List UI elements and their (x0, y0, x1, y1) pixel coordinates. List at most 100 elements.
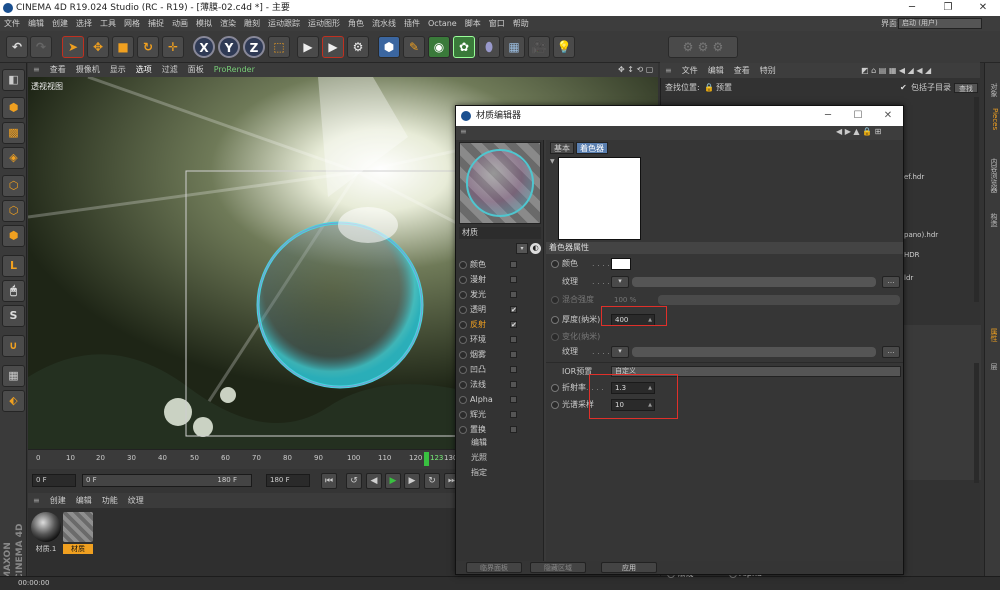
tab-layers[interactable]: 层 (987, 363, 999, 370)
menu-mograph[interactable]: 运动图形 (304, 16, 344, 31)
cb-toolbar-icons[interactable]: ◩ ⌂ ▤ ▦ ◀ ◢ ◀ ◢ (856, 63, 936, 78)
menu-window[interactable]: 窗口 (485, 16, 509, 31)
viewport-menu-display[interactable]: 显示 (105, 63, 131, 77)
deformer-icon[interactable]: ⬮ (478, 36, 500, 58)
file-item[interactable]: ldr (904, 274, 913, 282)
menu-motion-tracking[interactable]: 运动跟踪 (264, 16, 304, 31)
param-dot[interactable] (551, 401, 559, 409)
tab-pieces[interactable]: Pieces (987, 108, 999, 130)
menu-help[interactable]: 帮助 (509, 16, 533, 31)
channel-checkbox[interactable] (510, 336, 517, 343)
menu-select[interactable]: 选择 (72, 16, 96, 31)
move-tool-icon[interactable]: ✥ (87, 36, 109, 58)
footer-button-1[interactable]: 临界面板 (466, 562, 522, 573)
workplane-snap-icon[interactable]: ⬖ (2, 390, 25, 412)
sub-item-illumination[interactable]: 光照 (471, 451, 487, 464)
material-name-1[interactable]: 材质.1 (31, 544, 61, 554)
viewport-nav-icons[interactable]: ✥ ↕ ⟲ ▢ (613, 63, 658, 77)
attributes-scrollbar[interactable] (974, 363, 979, 483)
tab-content-browser[interactable]: 内容浏览器 (987, 158, 999, 193)
channel-checkbox[interactable] (510, 351, 517, 358)
material-menu-function[interactable]: 功能 (97, 493, 123, 508)
menu-edit[interactable]: 编辑 (24, 16, 48, 31)
menu-script[interactable]: 脚本 (461, 16, 485, 31)
object-mode-icons[interactable]: ⚙ ⚙ ⚙ (668, 36, 738, 58)
close-button[interactable]: ✕ (966, 0, 1000, 16)
render-settings-icon[interactable]: ⚙ (347, 36, 369, 58)
floor-icon[interactable]: ▦ (503, 36, 525, 58)
dialog-close-button[interactable]: ✕ (873, 106, 903, 126)
channel-color[interactable]: 颜色 (459, 258, 541, 271)
points-mode-icon[interactable]: ⬡ (2, 175, 25, 197)
preset-label[interactable]: 预置 (716, 80, 732, 96)
magnet-icon[interactable]: ∪ (2, 335, 25, 357)
channel-checkbox[interactable] (510, 381, 517, 388)
viewport-menu-panel[interactable]: 面板 (183, 63, 209, 77)
channel-checkbox[interactable] (510, 366, 517, 373)
render-view-icon[interactable]: ▶ (297, 36, 319, 58)
param-dot[interactable] (551, 384, 559, 392)
menu-sculpt[interactable]: 雕刻 (240, 16, 264, 31)
menu-tools[interactable]: 工具 (96, 16, 120, 31)
tab-objects[interactable]: 对象 (987, 83, 999, 97)
cb-menu-special[interactable]: 特别 (755, 63, 781, 78)
redo-icon[interactable]: ↷ (30, 36, 52, 58)
channel-checkbox[interactable] (510, 396, 517, 403)
polygons-mode-icon[interactable]: ⬢ (2, 225, 25, 247)
swatch-collapse-icon[interactable]: ▼ (550, 158, 555, 165)
channel-transparency[interactable]: 透明 ✔ (459, 303, 541, 316)
param-dot[interactable] (551, 316, 559, 324)
menu-character[interactable]: 角色 (344, 16, 368, 31)
next-key-icon[interactable]: ↻ (424, 473, 440, 489)
z-axis-button[interactable]: Z (243, 36, 265, 58)
file-item[interactable]: ef.hdr (904, 173, 924, 181)
channel-checkbox[interactable] (510, 426, 517, 433)
camera-icon[interactable]: 🎥 (528, 36, 550, 58)
texture2-slot[interactable] (632, 347, 876, 357)
viewport-menu-prorender[interactable]: ProRender (209, 63, 260, 77)
scale-tool-icon[interactable]: ■ (112, 36, 134, 58)
menu-simulate[interactable]: 模拟 (192, 16, 216, 31)
menu-file[interactable]: 文件 (0, 16, 24, 31)
lock-icon[interactable]: 🔒 (704, 80, 714, 96)
channel-checkbox[interactable] (510, 411, 517, 418)
sub-item-editor[interactable]: 编辑 (471, 436, 487, 449)
start-frame-field[interactable]: 0 F (32, 474, 76, 487)
channel-checkbox[interactable] (510, 276, 517, 283)
material-editor-titlebar[interactable]: 材质编辑器 ─ ☐ ✕ (456, 106, 903, 126)
texture-options-button[interactable]: ▾ (611, 276, 629, 288)
channel-environment[interactable]: 环境 (459, 333, 541, 346)
material-thumb-1[interactable] (31, 512, 61, 542)
play-icon[interactable]: ▶ (385, 473, 401, 489)
preview-render-icon[interactable]: ◐ (530, 243, 541, 254)
menu-plugins[interactable]: 插件 (400, 16, 424, 31)
material-preview[interactable] (459, 142, 541, 224)
channel-displacement[interactable]: 置换 (459, 423, 541, 436)
render-picture-viewer-icon[interactable]: ▶ (322, 36, 344, 58)
content-scrollbar[interactable] (974, 97, 979, 302)
dialog-maximize-button[interactable]: ☐ (843, 106, 873, 126)
channel-diffusion[interactable]: 漫射 (459, 273, 541, 286)
tweak-mode-icon[interactable]: 🖱 (2, 280, 25, 302)
maximize-button[interactable]: ❐ (931, 0, 965, 16)
subdivision-icon[interactable]: ◉ (428, 36, 450, 58)
end-frame-field[interactable]: 180 F (266, 474, 310, 487)
viewport-menu-cameras[interactable]: 摄像机 (71, 63, 105, 77)
dialog-minimize-button[interactable]: ─ (813, 106, 843, 126)
cb-menu-edit[interactable]: 编辑 (703, 63, 729, 78)
apply-button[interactable]: 应用 (601, 562, 657, 573)
channel-bump[interactable]: 凹凸 (459, 363, 541, 376)
channel-checkbox[interactable]: ✔ (510, 321, 517, 329)
preview-options-dropdown[interactable]: ▾ (516, 243, 528, 254)
select-tool-icon[interactable]: ➤ (62, 36, 84, 58)
material-name-2[interactable]: 材质 (63, 544, 93, 554)
lock-workplane-icon[interactable]: ▦ (2, 365, 25, 387)
search-button[interactable]: 查找 (954, 83, 978, 93)
recent-tool-icon[interactable]: ✛ (162, 36, 184, 58)
menu-snap[interactable]: 捕捉 (144, 16, 168, 31)
menu-mesh[interactable]: 网格 (120, 16, 144, 31)
param-dot[interactable] (551, 333, 559, 341)
tab-attributes[interactable]: 属性 (987, 328, 999, 342)
material-menu-texture[interactable]: 纹理 (123, 493, 149, 508)
texture2-browse-button[interactable]: … (882, 346, 900, 358)
